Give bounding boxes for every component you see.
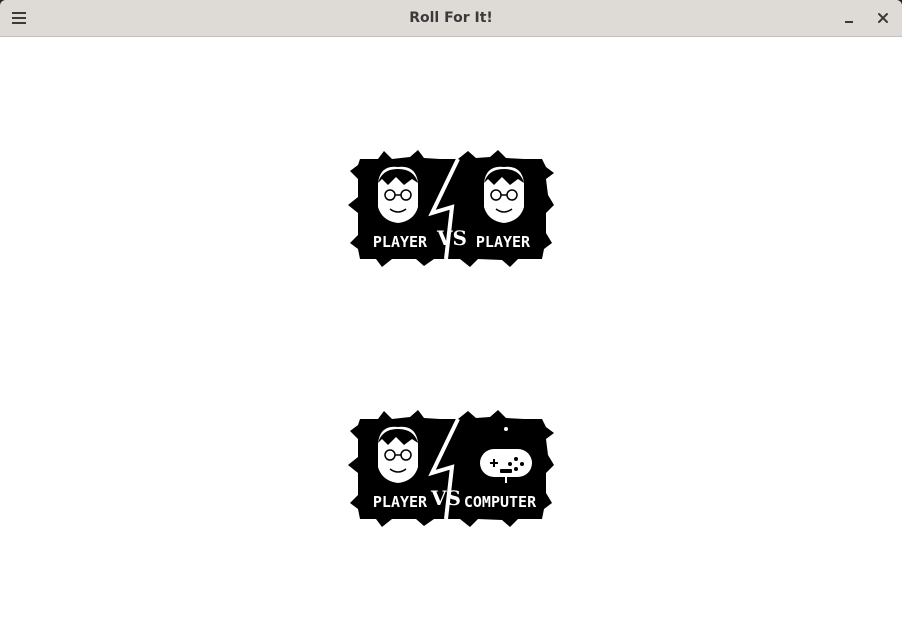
player-vs-player-badge: PLAYER VS PLAYER: [348, 150, 554, 267]
computer-label: COMPUTER: [464, 493, 537, 511]
minimize-button[interactable]: [838, 7, 860, 29]
player-face-icon: [378, 166, 418, 223]
close-button[interactable]: [872, 7, 894, 29]
player-vs-computer-badge: PLAYER VS COMPUTER: [348, 410, 554, 527]
minimize-icon: [845, 21, 853, 23]
left-player-label: PLAYER: [373, 233, 428, 251]
left-player-label: PLAYER: [373, 493, 428, 511]
close-icon: [878, 13, 888, 23]
player-vs-player-button[interactable]: PLAYER VS PLAYER: [348, 149, 554, 269]
vs-label: VS: [436, 226, 467, 250]
title-bar: Roll For It!: [0, 0, 902, 37]
right-player-label: PLAYER: [476, 233, 531, 251]
player-vs-computer-button[interactable]: PLAYER VS COMPUTER: [348, 409, 554, 529]
main-content: PLAYER VS PLAYER PLAYER VS COMPUTER: [0, 37, 902, 638]
player-face-icon: [484, 166, 524, 223]
player-face-icon: [378, 426, 418, 483]
window-title: Roll For It!: [409, 10, 493, 26]
app-window: Roll For It! PLAYER VS PLAYER PLAYER VS …: [0, 0, 902, 638]
vs-label: VS: [430, 486, 461, 510]
